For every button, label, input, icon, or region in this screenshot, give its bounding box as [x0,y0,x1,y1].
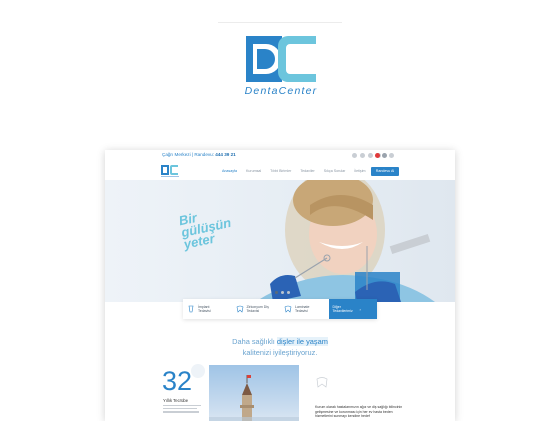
brand-wordmark: DentaCenter [244,85,318,97]
language-switcher [375,153,394,158]
galata-tower-image [209,375,299,421]
appointment-button[interactable]: Randevu Al [371,167,399,176]
services-bar: İmplant Tedavisi Zirkonyum Diş Tedavisi … [183,299,377,319]
tagline-part-2: kalitenizi iyileştiriyoruz. [242,348,318,357]
twitter-icon[interactable] [360,153,365,158]
service-label: İmplant Tedavisi [198,304,211,314]
arrow-icon: › [359,306,361,312]
hero-slider: Bir gülüşün yeter [105,180,455,302]
slider-dot[interactable] [275,291,278,294]
german-flag-icon[interactable] [389,153,394,158]
service-label: Laminate Tedavisi [295,304,310,314]
nav-item-treatments[interactable]: Tedaviler [300,169,314,173]
instagram-icon[interactable] [368,153,373,158]
website-mockup: Çağrı Merkezi | Randevu: 444 39 21 Anasa… [105,150,455,421]
service-label: Zirkonyum Diş Tedavisi [246,304,269,314]
experience-years: 32 [162,366,193,396]
tagline-part-1: Daha sağlıklı [232,337,277,346]
service-label: Diğer Tedavilerimiz [332,304,353,314]
stat-decoration [191,364,205,378]
experience-label: Yıllık Tecrübe [163,398,189,403]
nav-item-contact[interactable]: İletişim [354,169,365,173]
dentacenter-logo-icon [246,36,316,82]
service-laminate[interactable]: Laminate Tedavisi [280,299,329,319]
call-center-info: Çağrı Merkezi | Randevu: 444 39 21 [162,152,236,157]
slider-dot[interactable] [281,291,284,294]
call-center-label: Çağrı Merkezi | Randevu: [162,152,215,157]
tagline: Daha sağlıklı dişler ile yaşam kaliteniz… [105,336,455,358]
main-navbar: Anasayfa Kurumsal Tıbbi Birimler Tedavil… [105,162,455,180]
facebook-icon[interactable] [352,153,357,158]
site-logo-icon[interactable] [161,165,179,177]
tagline-highlight: dişler ile yaşam [276,337,328,346]
implant-icon [188,305,194,313]
service-zirconium[interactable]: Zirkonyum Diş Tedavisi [232,299,281,319]
nav-item-corporate[interactable]: Kurumsal [246,169,261,173]
slider-dot[interactable] [287,291,290,294]
nav-item-home[interactable]: Anasayfa [222,169,237,173]
nav-item-medical-units[interactable]: Tıbbi Birimler [270,169,291,173]
laminate-icon [284,305,292,313]
tooth-outline-icon [316,377,328,388]
turkish-flag-icon[interactable] [375,153,380,158]
service-other[interactable]: Diğer Tedavilerimiz › [328,299,377,319]
nav-menu: Anasayfa Kurumsal Tıbbi Birimler Tedavil… [222,169,366,173]
service-implant[interactable]: İmplant Tedavisi [183,299,232,319]
zirconium-icon [236,305,243,313]
experience-description [163,405,203,415]
slider-dots [275,291,290,294]
english-flag-icon[interactable] [382,153,387,158]
nav-item-faq[interactable]: Sıkça Sorular [324,169,346,173]
hero-photo [255,180,435,302]
istanbul-photo [209,365,299,421]
divider-line [218,22,342,23]
about-paragraph: Kurum olarak hastalarımızın ağız ve diş … [315,405,403,419]
call-center-phone[interactable]: 444 39 21 [215,152,235,157]
